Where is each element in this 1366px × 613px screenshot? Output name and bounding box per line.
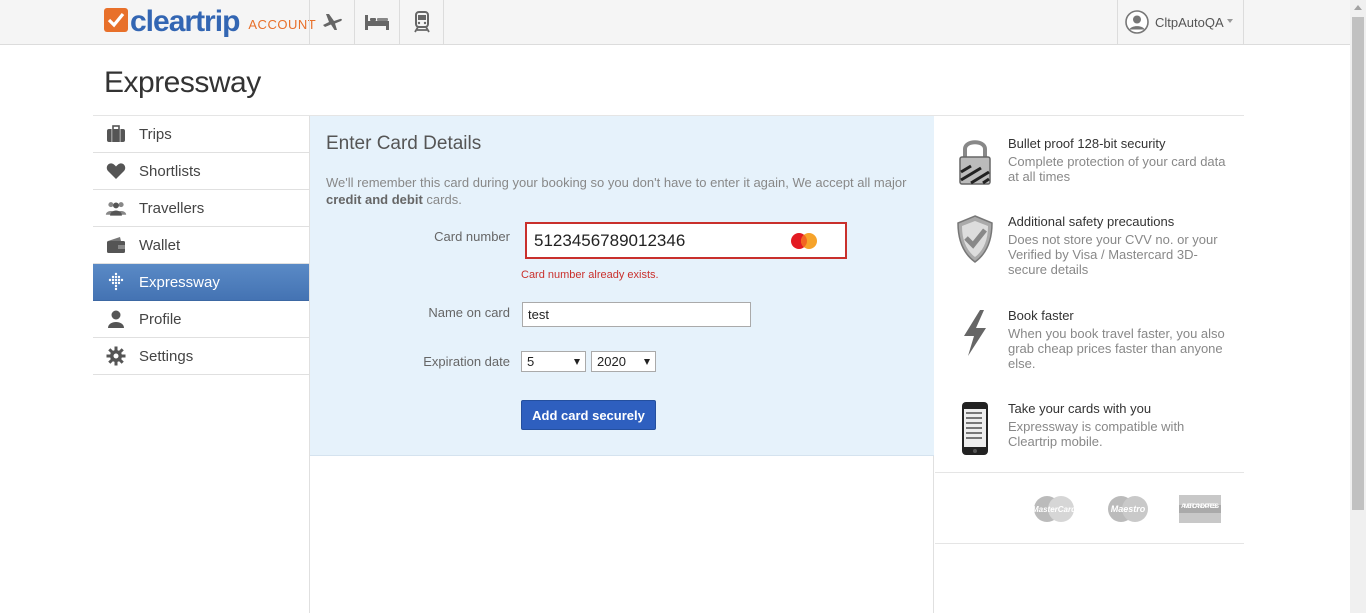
svg-text:MasterCard: MasterCard	[1032, 505, 1077, 514]
hotel-icon[interactable]	[354, 0, 399, 44]
sidebar-item-label: Wallet	[139, 236, 181, 254]
mastercard-icon	[791, 233, 817, 249]
chevron-down-icon	[644, 359, 650, 365]
sidebar-item-trips[interactable]: Trips	[93, 116, 310, 153]
lock-icon	[952, 136, 998, 192]
sidebar-item-profile[interactable]: Profile	[93, 301, 310, 338]
people-icon	[105, 197, 127, 219]
heart-icon	[105, 160, 127, 182]
features-bottom-divider	[935, 543, 1244, 544]
card-number-input[interactable]: 5123456789012346	[525, 222, 847, 259]
name-on-card-input[interactable]: test	[522, 302, 751, 327]
sidebar-item-label: Trips	[139, 125, 172, 143]
expiry-month-select[interactable]: 5	[521, 351, 586, 372]
panel-title: Enter Card Details	[326, 133, 482, 154]
mastercard-brand-icon: MasterCard	[1032, 496, 1077, 522]
svg-text:Maestro: Maestro	[1111, 504, 1146, 514]
sidebar-item-wallet[interactable]: Wallet	[93, 227, 310, 264]
cleartrip-logo[interactable]: cleartrip ACCOUNT	[104, 7, 316, 37]
feature-title: Take your cards with you	[1008, 401, 1152, 416]
expiration-date-label: Expiration date	[423, 354, 510, 369]
chevron-down-icon	[574, 359, 580, 365]
train-icon[interactable]	[399, 0, 444, 44]
sidebar-item-expressway[interactable]: Expressway	[93, 264, 310, 301]
feature-description: Complete protection of your card data at…	[1008, 154, 1226, 184]
shield-icon	[952, 214, 998, 270]
svg-text:AMERICAN EXPRESS: AMERICAN EXPRESS	[1181, 503, 1220, 510]
features-divider	[935, 472, 1244, 473]
sidebar-item-label: Travellers	[139, 199, 205, 217]
user-name: CltpAutoQA	[1155, 14, 1224, 30]
feature-title: Book faster	[1008, 308, 1074, 323]
person-icon	[105, 308, 127, 330]
sidebar-item-label: Profile	[139, 310, 182, 328]
chevron-down-icon	[1226, 19, 1233, 23]
accepted-cards: MasterCard Maestro AMERICAN EXPRESS	[1030, 494, 1248, 524]
wallet-icon	[105, 234, 127, 256]
add-card-button[interactable]: Add card securely	[521, 400, 656, 430]
sidebar-item-label: Expressway	[139, 273, 220, 291]
feature-description: Does not store your CVV no. or your Veri…	[1008, 232, 1218, 277]
scroll-up-icon[interactable]	[1354, 5, 1362, 10]
panel-description: We'll remember this card during your boo…	[326, 175, 907, 207]
maestro-brand-icon: Maestro	[1108, 496, 1148, 522]
logo-text: cleartrip	[130, 5, 240, 38]
feature-description: Expressway is compatible with Cleartrip …	[1008, 419, 1185, 449]
avatar-icon	[1125, 10, 1149, 34]
expressway-icon	[105, 271, 127, 293]
sidebar-item-label: Shortlists	[139, 162, 201, 180]
gear-icon	[105, 345, 127, 367]
top-bar: cleartrip ACCOUNT CltpAutoQA	[0, 0, 1350, 45]
sidebar: Trips Shortlists Travellers Wallet Expre…	[93, 116, 310, 375]
sidebar-item-label: Settings	[139, 347, 194, 365]
plane-icon[interactable]	[309, 0, 354, 44]
card-number-error: Card number already exists.	[521, 269, 659, 281]
briefcase-icon	[105, 123, 127, 145]
card-number-label: Card number	[434, 229, 510, 244]
sidebar-item-shortlists[interactable]: Shortlists	[93, 153, 310, 190]
card-details-panel: Enter Card Details We'll remember this c…	[310, 116, 934, 456]
lightning-icon	[952, 308, 998, 364]
logo-check-icon	[104, 8, 128, 32]
logo-subtitle: ACCOUNT	[248, 17, 317, 32]
name-on-card-label: Name on card	[428, 305, 510, 320]
main-content: Enter Card Details We'll remember this c…	[309, 116, 934, 613]
scroll-thumb[interactable]	[1352, 17, 1364, 510]
feature-title: Additional safety precautions	[1008, 214, 1175, 229]
feature-title: Bullet proof 128-bit security	[1008, 136, 1166, 151]
phone-icon	[952, 401, 998, 457]
product-nav	[309, 0, 444, 44]
page-title: Expressway	[104, 66, 261, 99]
sidebar-item-settings[interactable]: Settings	[93, 338, 310, 375]
user-menu[interactable]: CltpAutoQA	[1117, 0, 1244, 44]
scrollbar[interactable]	[1350, 0, 1366, 613]
amex-brand-icon: AMERICAN EXPRESS	[1179, 495, 1221, 523]
feature-description: When you book travel faster, you also gr…	[1008, 326, 1225, 371]
sidebar-item-travellers[interactable]: Travellers	[93, 190, 310, 227]
expiry-year-select[interactable]: 2020	[591, 351, 656, 372]
